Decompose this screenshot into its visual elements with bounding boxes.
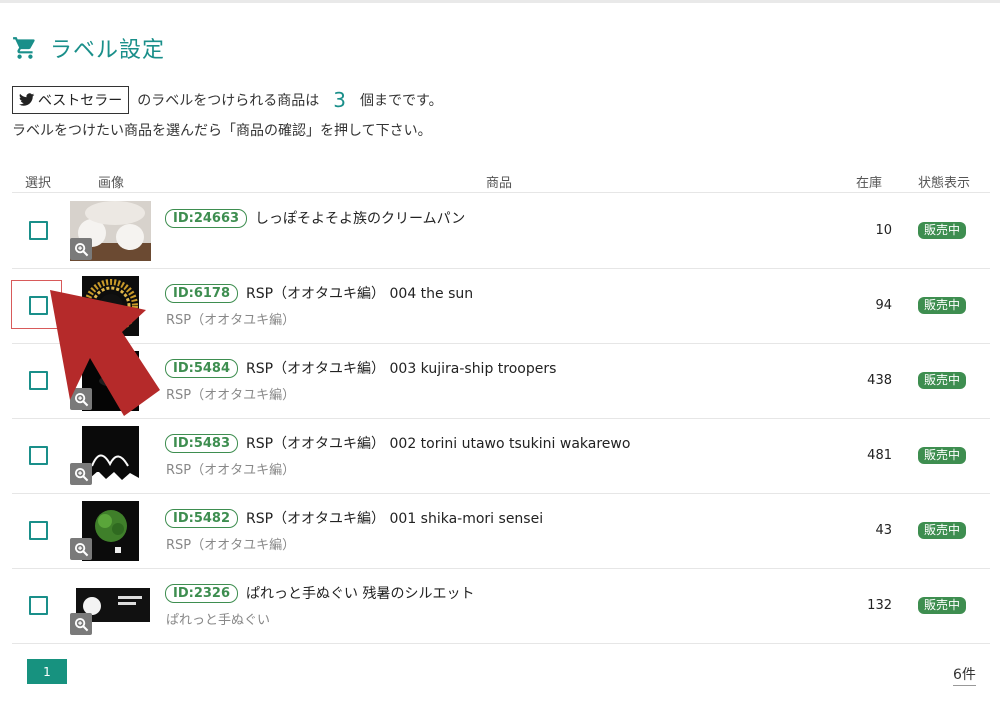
product-maker: RSP（オオタユキ編） [166, 463, 296, 478]
select-checkbox[interactable] [29, 596, 48, 615]
instruction-text: ラベルをつけたい商品を選んだら「商品の確認」を押して下さい。 [12, 123, 432, 139]
zoom-icon[interactable] [70, 613, 92, 635]
zoom-icon[interactable] [70, 463, 92, 485]
header-image: 画像 [98, 176, 125, 191]
pointer-arrow-icon [50, 290, 160, 416]
stock-count: 438 [867, 373, 892, 388]
product-name[interactable]: RSP（オオタユキ編） 003 kujira-ship troopers [246, 358, 556, 378]
select-checkbox[interactable] [29, 221, 48, 240]
table-row: ID:5483 RSP（オオタユキ編） 002 torini utawo tsu… [12, 418, 990, 494]
label-name: ベストセラー [38, 93, 123, 109]
product-name[interactable]: しっぽそよそよ族のクリームパン [255, 208, 465, 228]
page-title: ラベル設定 [50, 38, 166, 63]
limit-text-after: 個までです。 [360, 93, 443, 109]
product-maker: RSP（オオタユキ編） [166, 388, 296, 403]
stock-count: 481 [867, 448, 892, 463]
status-badge: 販売中 [918, 372, 967, 389]
pagination-page-1[interactable]: 1 [27, 659, 67, 684]
stock-count: 10 [875, 223, 892, 238]
product-name[interactable]: RSP（オオタユキ編） 004 the sun [246, 283, 473, 303]
status-badge: 販売中 [918, 447, 967, 464]
product-id-badge: ID:24663 [165, 209, 248, 228]
bird-icon [19, 93, 35, 106]
header-select: 選択 [25, 176, 52, 191]
zoom-icon[interactable] [70, 238, 92, 260]
product-id-badge: ID:5484 [165, 359, 239, 378]
table-row: ID:2326 ぱれっと手ぬぐい 残暑のシルエット ぱれっと手ぬぐい 132 販… [12, 568, 990, 644]
limit-number: 3 [333, 88, 347, 112]
stock-count: 132 [867, 598, 892, 613]
total-count: 6件 [953, 664, 976, 686]
product-id-badge: ID:2326 [165, 584, 239, 603]
page-header: ラベル設定 [12, 32, 165, 64]
select-checkbox[interactable] [29, 446, 48, 465]
status-badge: 販売中 [918, 222, 967, 239]
top-border [0, 0, 1000, 3]
header-status: 状態表示 [918, 176, 971, 191]
product-id-badge: ID:6178 [165, 284, 239, 303]
status-badge: 販売中 [918, 597, 967, 614]
product-id-badge: ID:5482 [165, 509, 239, 528]
limit-text-before: のラベルをつけられる商品は [137, 93, 320, 109]
product-maker: ぱれっと手ぬぐい [166, 613, 271, 628]
table-row: ID:24663 しっぽそよそよ族のクリームパン 10 販売中 [12, 193, 990, 269]
product-name[interactable]: RSP（オオタユキ編） 001 shika-mori sensei [246, 508, 543, 528]
zoom-icon[interactable] [70, 538, 92, 560]
label-chip: ベストセラー [12, 86, 130, 114]
header-stock: 在庫 [856, 176, 883, 191]
product-name[interactable]: RSP（オオタユキ編） 002 torini utawo tsukini wak… [246, 433, 630, 453]
stock-count: 94 [875, 298, 892, 313]
stock-count: 43 [875, 523, 892, 538]
shopping-cart-icon [13, 37, 35, 59]
table-row: ID:5482 RSP（オオタユキ編） 001 shika-mori sense… [12, 493, 990, 569]
product-maker: RSP（オオタユキ編） [166, 538, 296, 553]
label-limit-info: ベストセラー のラベルをつけられる商品は 3 個までです。 [12, 86, 443, 114]
product-id-badge: ID:5483 [165, 434, 239, 453]
product-name[interactable]: ぱれっと手ぬぐい 残暑のシルエット [246, 583, 474, 603]
table-header: 選択 画像 商品 在庫 状態表示 [12, 172, 990, 193]
status-badge: 販売中 [918, 297, 967, 314]
product-maker: RSP（オオタユキ編） [166, 313, 296, 328]
select-checkbox[interactable] [29, 521, 48, 540]
status-badge: 販売中 [918, 522, 967, 539]
header-product: 商品 [486, 176, 513, 191]
